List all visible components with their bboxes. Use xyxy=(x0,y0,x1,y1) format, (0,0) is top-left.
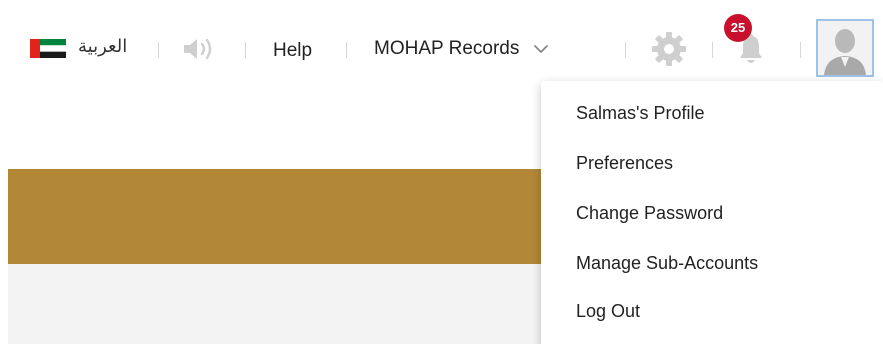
records-dropdown-label: MOHAP Records xyxy=(374,38,520,59)
language-switch-link[interactable]: العربية xyxy=(78,36,127,57)
menu-item-log-out[interactable]: Log Out xyxy=(576,301,640,322)
menu-item-change-password[interactable]: Change Password xyxy=(576,203,723,224)
notification-count-badge: 25 xyxy=(724,14,752,42)
uae-flag-icon[interactable] xyxy=(30,39,66,58)
user-avatar-button[interactable] xyxy=(816,19,874,77)
notifications-button[interactable]: 25 xyxy=(724,14,774,74)
menu-item-manage-sub-accounts[interactable]: Manage Sub-Accounts xyxy=(576,253,758,274)
user-avatar-icon xyxy=(818,21,872,75)
gear-icon[interactable] xyxy=(651,31,687,67)
user-menu-dropdown: Salmas's Profile Preferences Change Pass… xyxy=(541,81,883,344)
records-dropdown[interactable]: MOHAP Records xyxy=(374,38,549,60)
separator xyxy=(346,42,347,58)
menu-item-profile[interactable]: Salmas's Profile xyxy=(576,103,704,124)
menu-item-preferences[interactable]: Preferences xyxy=(576,153,673,174)
separator xyxy=(158,42,159,58)
separator xyxy=(712,42,713,58)
separator xyxy=(245,42,246,58)
speaker-icon[interactable] xyxy=(180,35,222,63)
page: العربية Help MOHAP Records 25 Salmas's P… xyxy=(0,0,883,344)
help-link[interactable]: Help xyxy=(273,40,312,62)
separator xyxy=(625,42,626,58)
chevron-down-icon xyxy=(534,45,549,53)
separator xyxy=(800,42,801,58)
